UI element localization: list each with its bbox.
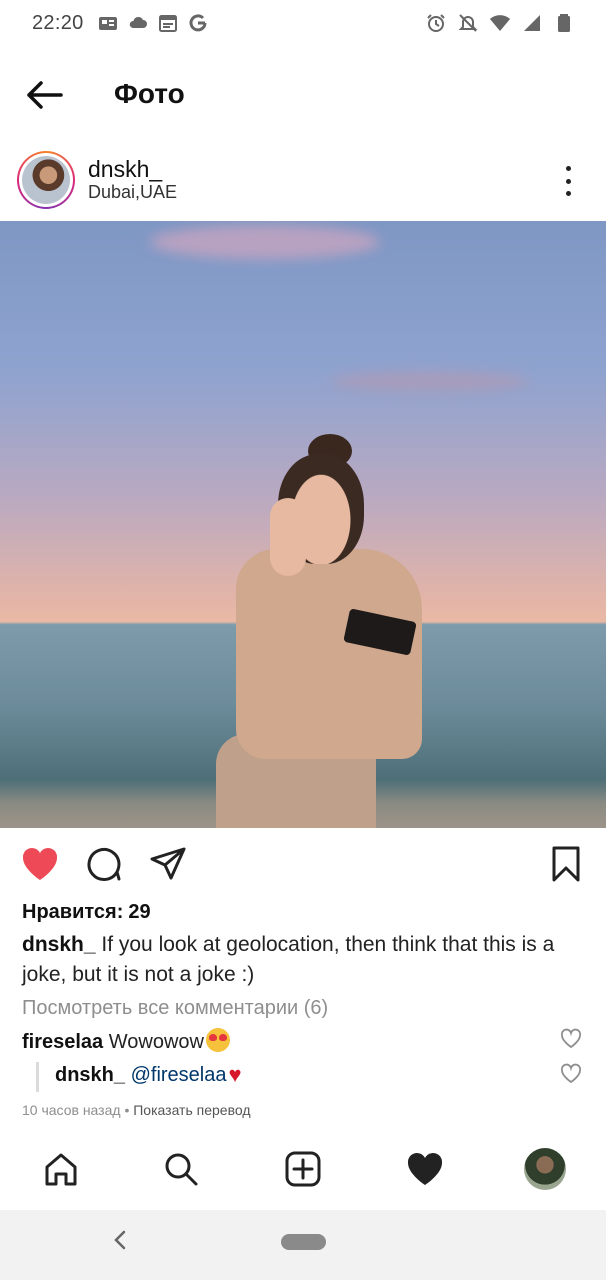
heart-filled-icon <box>22 848 58 880</box>
likes-number: 29 <box>128 901 151 923</box>
post-caption: dnskh_ If you look at geolocation, then … <box>22 930 587 990</box>
page-title: Фото <box>114 78 185 109</box>
post-location[interactable]: Dubai,UAE <box>88 182 177 203</box>
show-translation-link[interactable]: Показать перевод <box>133 1102 250 1118</box>
send-icon <box>150 847 186 880</box>
status-bar: 22:20 <box>0 0 606 46</box>
comment-button[interactable] <box>84 844 124 884</box>
caption-text: If you look at geolocation, then think t… <box>22 933 555 986</box>
save-button[interactable] <box>546 844 586 884</box>
nav-home[interactable] <box>38 1146 84 1192</box>
reply-like-heart-icon[interactable] <box>560 1063 582 1085</box>
comment-row: fireselaa Wowowow <box>22 1028 230 1054</box>
heart-filled-icon <box>407 1153 443 1185</box>
news-icon <box>98 17 117 30</box>
post-meta: 10 часов назад • Показать перевод <box>22 1102 251 1118</box>
alarm-icon <box>427 14 445 32</box>
post-photo[interactable] <box>0 221 606 828</box>
system-back-icon[interactable] <box>112 1228 128 1252</box>
reply-username[interactable]: dnskh_ <box>55 1064 125 1086</box>
heart-eyes-emoji-icon <box>205 1028 230 1052</box>
system-home-pill[interactable] <box>281 1234 326 1250</box>
photo-cloud <box>330 371 530 391</box>
reply-mention[interactable]: @fireselaa <box>131 1064 227 1086</box>
status-left-icons <box>98 13 208 33</box>
more-options-button[interactable] <box>556 166 580 196</box>
comment-like-heart-icon[interactable] <box>560 1028 582 1050</box>
nav-search[interactable] <box>158 1146 204 1192</box>
caption-username[interactable]: dnskh_ <box>22 933 96 956</box>
notifications-off-icon <box>458 14 478 32</box>
comment-icon <box>87 848 121 881</box>
bookmark-icon <box>552 846 580 882</box>
more-dot-icon <box>565 166 571 171</box>
search-icon <box>165 1153 198 1186</box>
avatar-image <box>22 156 70 204</box>
wifi-icon <box>490 15 510 31</box>
likes-label: Нравится: <box>22 901 124 923</box>
google-icon <box>189 14 207 32</box>
battery-icon <box>558 14 570 32</box>
nav-activity[interactable] <box>402 1146 448 1192</box>
system-navigation-bar <box>0 1210 606 1280</box>
post-username[interactable]: dnskh_ <box>88 156 162 183</box>
nav-new-post[interactable] <box>280 1146 326 1192</box>
likes-count[interactable]: Нравится: 29 <box>22 901 151 924</box>
comment-username[interactable]: fireselaa <box>22 1031 103 1053</box>
top-bar: Фото <box>0 60 606 130</box>
more-dot-icon <box>565 191 571 196</box>
comment-reply-row: dnskh_ @fireselaa♥ <box>36 1062 242 1092</box>
back-button[interactable] <box>24 78 64 112</box>
photo-person <box>212 434 422 828</box>
cloud-icon <box>129 16 147 28</box>
post-time-ago: 10 часов назад <box>22 1102 121 1118</box>
more-dot-icon <box>565 178 571 184</box>
add-post-icon <box>285 1151 321 1187</box>
status-right-icons <box>426 13 574 33</box>
bottom-nav <box>0 1140 606 1200</box>
share-button[interactable] <box>148 844 188 884</box>
post-actions <box>0 840 606 890</box>
calendar-icon <box>158 15 177 32</box>
profile-avatar <box>524 1148 566 1190</box>
red-heart-emoji-icon: ♥ <box>228 1062 242 1087</box>
view-all-comments-link[interactable]: Посмотреть все комментарии (6) <box>22 997 328 1020</box>
post-header: dnskh_ Dubai,UAE <box>0 148 606 218</box>
nav-profile[interactable] <box>522 1146 568 1192</box>
meta-separator: • <box>124 1102 130 1118</box>
post-author-avatar[interactable] <box>17 151 75 209</box>
comment-text: Wowowow <box>108 1031 204 1053</box>
arrow-left-icon <box>27 81 63 109</box>
like-button[interactable] <box>20 844 60 884</box>
home-icon <box>45 1153 77 1186</box>
status-time: 22:20 <box>32 11 84 34</box>
signal-icon <box>524 15 540 31</box>
photo-cloud <box>150 225 380 259</box>
